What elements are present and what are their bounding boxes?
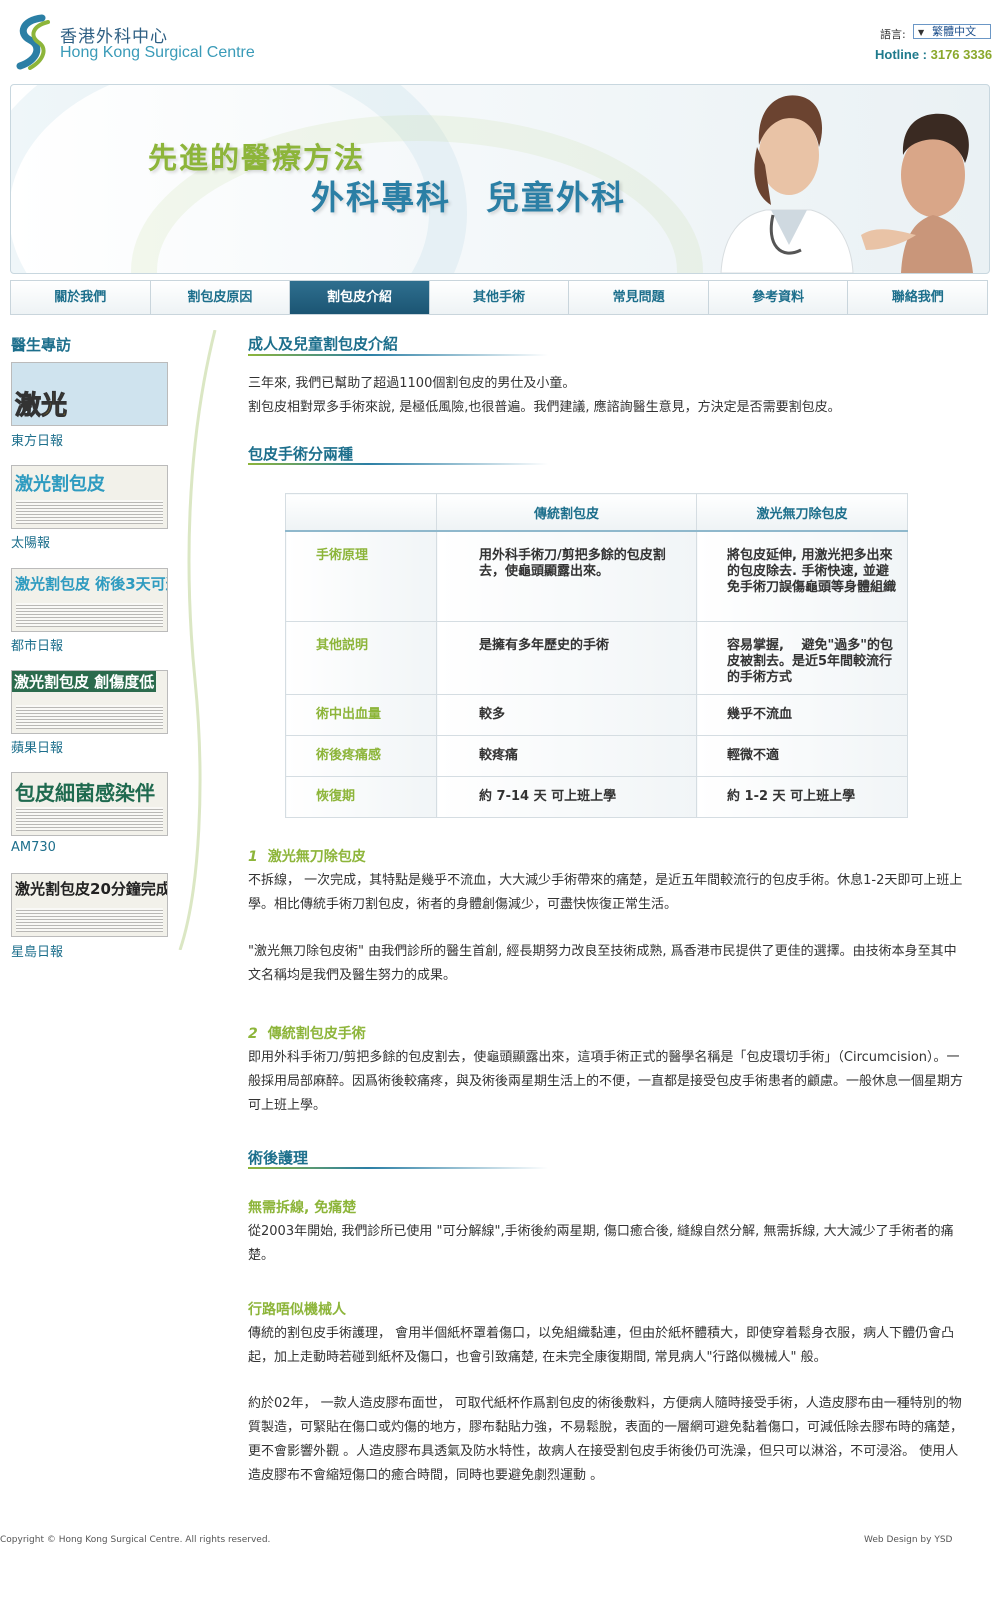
table-row: 恢復期 約 7-14 天 可上班上學 約 1-2 天 可上班上學: [285, 775, 908, 818]
section-title-text: 激光無刀除包皮: [267, 849, 366, 865]
table-row-label: 其他説明: [285, 620, 437, 695]
table-header-cell: 激光無刀除包皮: [696, 493, 908, 532]
language-selected: 繁體中文: [932, 25, 977, 38]
table-header-row: 傳統割包皮 激光無刀除包皮: [285, 493, 908, 532]
table-header-cell: [285, 493, 437, 532]
traditional-text: 即用外科手術刀/剪把多餘的包皮割去，使龜頭顯露出來，這項手術正式的醫學名稱是「包…: [248, 1050, 964, 1113]
table-row: 術中出血量 較多 幾乎不流血: [285, 693, 908, 736]
section-title-traditional: 2 傳統割包皮手術: [248, 1023, 366, 1043]
section-title-aftercare: 術後護理: [248, 1149, 309, 1167]
doctor-patient-photo: [720, 95, 973, 273]
laser-text-1: 不拆線， 一次完成，其特點是幾乎不流血，大大減少手術帶來的痛楚，是近五年間較流行…: [248, 873, 963, 912]
press-headline: 激光割包皮20分鐘完成: [15, 880, 168, 898]
web-design-credit[interactable]: Web Design by YSD: [864, 1535, 952, 1545]
table-cell: 較疼痛: [436, 734, 697, 777]
press-headline: 激光割包皮 創傷度低: [12, 671, 157, 692]
section-number: 2: [248, 1026, 258, 1042]
newsprint-texture: [16, 908, 163, 932]
copyright-text: Copyright © Hong Kong Surgical Centre. A…: [0, 1535, 271, 1545]
banner-subhead: 外科專科 兒童外科: [311, 178, 626, 217]
press-headline: 激光: [14, 391, 68, 422]
language-label: 語言:: [880, 28, 906, 41]
nav-item-about[interactable]: 關於我們: [11, 281, 151, 314]
intro-text: 三年來, 我們已幫助了超過1100個割包皮的男仕及小童。 割包皮相對眾多手術來說…: [248, 372, 964, 420]
chevron-down-icon: ▼: [918, 28, 925, 37]
press-headline: 激光割包皮 術後3天可返: [15, 575, 168, 593]
table-cell: 約 1-2 天 可上班上學: [696, 775, 908, 818]
subsection-title: 無需拆線, 免痛楚: [248, 1200, 357, 1216]
nav-item-references[interactable]: 參考資料: [709, 281, 849, 314]
main-nav: 關於我們 割包皮原因 割包皮介紹 其他手術 常見問題 參考資料 聯絡我們: [10, 280, 988, 315]
table-cell: 是擁有多年歷史的手術: [436, 620, 697, 695]
page-title: 成人及兒童割包皮介紹: [248, 335, 399, 353]
table-row-label: 恢復期: [285, 775, 437, 818]
section-title-text: 傳統割包皮手術: [267, 1026, 366, 1042]
table-header-cell: 傳統割包皮: [436, 493, 697, 532]
section-title-types: 包皮手術分兩種: [248, 445, 354, 463]
title-underline: [248, 1167, 548, 1169]
comparison-table: 傳統割包皮 激光無刀除包皮 手術原理 用外科手術刀/剪把多餘的包皮割去，使龜頭顯…: [285, 493, 908, 818]
intro-line-2: 割包皮相對眾多手術來說, 是極低風險,也很普遍。我們建議, 應諮詢醫生意見，方決…: [248, 400, 841, 415]
hotline-label: Hotline :: [875, 47, 931, 62]
newsprint-texture: [16, 500, 163, 524]
press-caption[interactable]: 蘋果日報: [11, 737, 63, 756]
press-clipping[interactable]: 激光: [11, 362, 168, 426]
aftercare-text-1: 從2003年開始, 我們診所已使用 "可分解線",手術後約兩星期, 傷口癒合後,…: [248, 1224, 954, 1263]
intro-line-1: 三年來, 我們已幫助了超過1100個割包皮的男仕及小童。: [248, 376, 576, 391]
press-caption[interactable]: 東方日報: [11, 430, 63, 449]
logo-english-name: Hong Kong Surgical Centre: [60, 44, 255, 61]
table-row: 其他説明 是擁有多年歷史的手術 容易掌握, 避免"過多"的包皮被割去。是近5年間…: [285, 620, 908, 695]
press-clipping[interactable]: 激光割包皮 術後3天可返: [11, 568, 168, 632]
title-underline: [248, 463, 548, 465]
sidebar-title: 醫生專訪: [11, 336, 72, 354]
table-row-label: 術後疼痛感: [285, 734, 437, 777]
table-cell: 約 7-14 天 可上班上學: [436, 775, 697, 818]
nav-item-reasons[interactable]: 割包皮原因: [151, 281, 291, 314]
table-row: 手術原理 用外科手術刀/剪把多餘的包皮割去，使龜頭顯露出來。 將包皮延伸, 用激…: [285, 530, 908, 622]
newsprint-texture: [16, 603, 163, 627]
aftercare-text-3: 約於02年， 一款人造皮膠布面世， 可取代紙杯作爲割包皮的術後敷料，方便病人隨時…: [248, 1396, 964, 1483]
newsprint-texture: [16, 807, 163, 831]
table-row-label: 術中出血量: [285, 693, 437, 736]
language-select[interactable]: ▼ 繁體中文: [913, 24, 991, 39]
table-row-label: 手術原理: [285, 530, 437, 622]
nav-item-introduction[interactable]: 割包皮介紹: [290, 281, 430, 314]
press-caption[interactable]: 都市日報: [11, 635, 63, 654]
table-cell: 輕微不適: [696, 734, 908, 777]
table-cell: 幾乎不流血: [696, 693, 908, 736]
subsection-title: 行路唔似機械人: [248, 1302, 346, 1318]
table-cell: 將包皮延伸, 用激光把多出來的包皮除去. 手術快速, 並避免手術刀誤傷龜頭等身體…: [696, 530, 908, 622]
press-headline: 激光割包皮: [15, 474, 105, 495]
nav-item-other-surgery[interactable]: 其他手術: [430, 281, 570, 314]
section-title-laser: 1 激光無刀除包皮: [248, 846, 366, 866]
sidebar-divider-curve: [178, 330, 217, 950]
press-caption[interactable]: 星島日報: [11, 941, 63, 960]
hotline: Hotline : 3176 3336: [875, 47, 992, 62]
press-clipping[interactable]: 激光割包皮 創傷度低: [11, 670, 168, 734]
newsprint-texture: [16, 705, 163, 729]
laser-text-2: "激光無刀除包皮術" 由我們診所的醫生首創, 經長期努力改良至技術成熟, 爲香港…: [248, 944, 957, 983]
table-cell: 容易掌握, 避免"過多"的包皮被割去。是近5年間較流行的手術方式: [696, 620, 908, 695]
section-number: 1: [248, 849, 258, 865]
nav-item-faq[interactable]: 常見問題: [569, 281, 709, 314]
press-clipping[interactable]: 包皮細菌感染伴: [11, 772, 168, 836]
press-clipping[interactable]: 激光割包皮: [11, 465, 168, 529]
press-clipping[interactable]: 激光割包皮20分鐘完成: [11, 873, 168, 937]
nav-item-contact[interactable]: 聯絡我們: [848, 281, 987, 314]
aftercare-text-2: 傳統的割包皮手術護理， 會用半個紙杯罩着傷口，以免組織黏連，但由於紙杯體積大，即…: [248, 1326, 955, 1365]
hero-banner: 先進的醫療方法 外科專科 兒童外科: [10, 84, 990, 274]
press-headline: 包皮細菌感染伴: [15, 781, 155, 805]
press-caption[interactable]: 太陽報: [11, 532, 50, 551]
press-caption[interactable]: AM730: [11, 840, 56, 855]
table-cell: 較多: [436, 693, 697, 736]
hotline-number: 3176 3336: [930, 47, 993, 62]
title-underline: [248, 354, 548, 356]
table-cell: 用外科手術刀/剪把多餘的包皮割去，使龜頭顯露出來。: [436, 530, 697, 622]
table-row: 術後疼痛感 較疼痛 輕微不適: [285, 734, 908, 777]
logo-icon: [16, 14, 50, 70]
